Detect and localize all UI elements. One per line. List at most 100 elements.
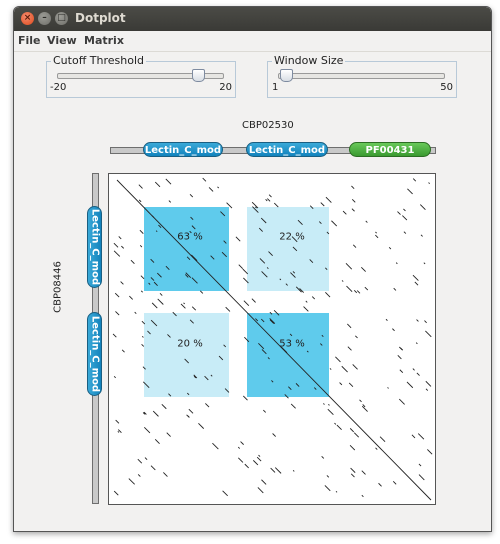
horizontal-domain-lectin-1[interactable]: Lectin_C_mod <box>143 142 223 157</box>
vertical-domain-lectin-2[interactable]: Lectin_C_mod <box>87 312 102 396</box>
dot-segment <box>327 408 334 416</box>
dot-segment <box>191 254 198 262</box>
dot-segment <box>141 320 146 325</box>
menu-view[interactable]: View <box>47 34 77 47</box>
dot-segment <box>238 264 244 269</box>
dot-segment <box>412 178 417 182</box>
dot-segment <box>121 349 125 353</box>
dot-segment <box>204 375 209 381</box>
dot-segment <box>399 369 404 374</box>
dot-segment <box>288 386 292 391</box>
maximize-icon[interactable]: □ <box>55 12 68 25</box>
dot-segment <box>259 258 266 264</box>
horizontal-domain-lectin-2[interactable]: Lectin_C_mod <box>246 142 328 157</box>
dot-segment <box>417 433 425 440</box>
dot-segment <box>257 487 264 494</box>
vertical-domain-lectin-1[interactable]: Lectin_C_mod <box>87 206 102 288</box>
dot-segment <box>349 428 355 433</box>
cell-percent-1-2: 22 % <box>279 231 305 243</box>
window-size-slider-thumb[interactable] <box>279 69 293 82</box>
window-size-label: Window Size <box>272 54 346 67</box>
dot-segment <box>326 475 330 478</box>
dot-segment <box>189 193 194 198</box>
dot-segment <box>325 196 332 203</box>
dot-segment <box>416 372 420 376</box>
dot-segment <box>254 206 257 209</box>
dot-segment <box>398 398 405 405</box>
dot-segment <box>406 381 414 389</box>
dot-segment <box>128 478 135 485</box>
dot-segment <box>150 319 158 327</box>
dot-segment <box>427 449 433 455</box>
dot-segment <box>210 374 213 377</box>
dot-segment <box>218 355 224 361</box>
dot-segment <box>305 300 308 303</box>
dot-segment <box>168 200 172 203</box>
dot-segment <box>140 275 145 280</box>
dot-segment <box>285 283 288 286</box>
dot-segment <box>260 318 265 323</box>
dot-segment <box>115 419 120 424</box>
vertical-sequence-name: CBP08446 <box>52 261 64 313</box>
close-icon[interactable]: × <box>21 12 34 25</box>
dot-segment <box>351 208 355 212</box>
cell-percent-1-1: 63 % <box>177 231 203 243</box>
dot-segment <box>258 227 263 232</box>
dot-segment <box>393 287 397 291</box>
window-size-min-label: 1 <box>272 82 279 93</box>
dot-segment <box>168 393 172 397</box>
dot-segment <box>356 290 361 294</box>
dot-segment <box>139 229 144 234</box>
dot-segment <box>335 490 338 493</box>
dot-segment <box>242 268 249 275</box>
dot-segment <box>113 375 116 379</box>
dot-segment <box>349 444 356 451</box>
dot-segment <box>205 403 210 408</box>
dot-segment <box>129 295 134 300</box>
dot-segment <box>263 409 267 413</box>
dot-segment <box>323 403 325 405</box>
cutoff-slider-thumb[interactable] <box>192 69 206 82</box>
dot-segment <box>155 230 158 232</box>
dot-segment <box>189 319 194 324</box>
cell-percent-2-1: 20 % <box>177 338 203 350</box>
dot-segment <box>352 364 358 370</box>
dot-segment <box>261 479 267 485</box>
dotplot-area[interactable]: 63 % 22 % 20 % 53 % <box>108 173 436 505</box>
dot-segment <box>150 258 155 263</box>
dot-segment <box>180 303 186 309</box>
dot-segment <box>320 343 323 346</box>
menu-file[interactable]: File <box>18 34 41 47</box>
dot-segment <box>418 463 422 467</box>
dot-segment <box>424 320 427 324</box>
dot-segment <box>156 272 162 278</box>
dot-segment <box>142 381 150 389</box>
dot-segment <box>120 281 124 285</box>
window-size-slider-track[interactable] <box>278 73 445 79</box>
dot-segment <box>354 335 358 339</box>
dot-segment <box>243 277 249 284</box>
dotplot-window: × – □ Dotplot File View Matrix Cutoff Th… <box>13 6 492 532</box>
dot-segment <box>270 467 276 473</box>
dot-segment <box>423 262 426 265</box>
dot-segment <box>412 368 415 371</box>
minimize-icon[interactable]: – <box>38 12 51 25</box>
dot-segment <box>138 199 142 203</box>
dot-segment <box>345 263 353 270</box>
dot-segment <box>217 186 220 189</box>
dot-segment <box>141 336 144 338</box>
dot-segment <box>134 311 137 315</box>
dot-segment <box>425 330 432 338</box>
dot-segment <box>199 290 204 294</box>
menu-matrix[interactable]: Matrix <box>84 34 124 47</box>
dot-segment <box>183 302 186 305</box>
dot-segment <box>220 211 226 217</box>
dot-segment <box>242 395 248 401</box>
horizontal-domain-pf00431[interactable]: PF00431 <box>349 142 431 157</box>
window-size-max-label: 50 <box>440 82 453 93</box>
dot-segment <box>130 259 135 264</box>
dot-segment <box>306 350 309 353</box>
dot-segment <box>266 267 269 270</box>
dot-segment <box>222 490 228 497</box>
dot-segment <box>113 242 119 248</box>
